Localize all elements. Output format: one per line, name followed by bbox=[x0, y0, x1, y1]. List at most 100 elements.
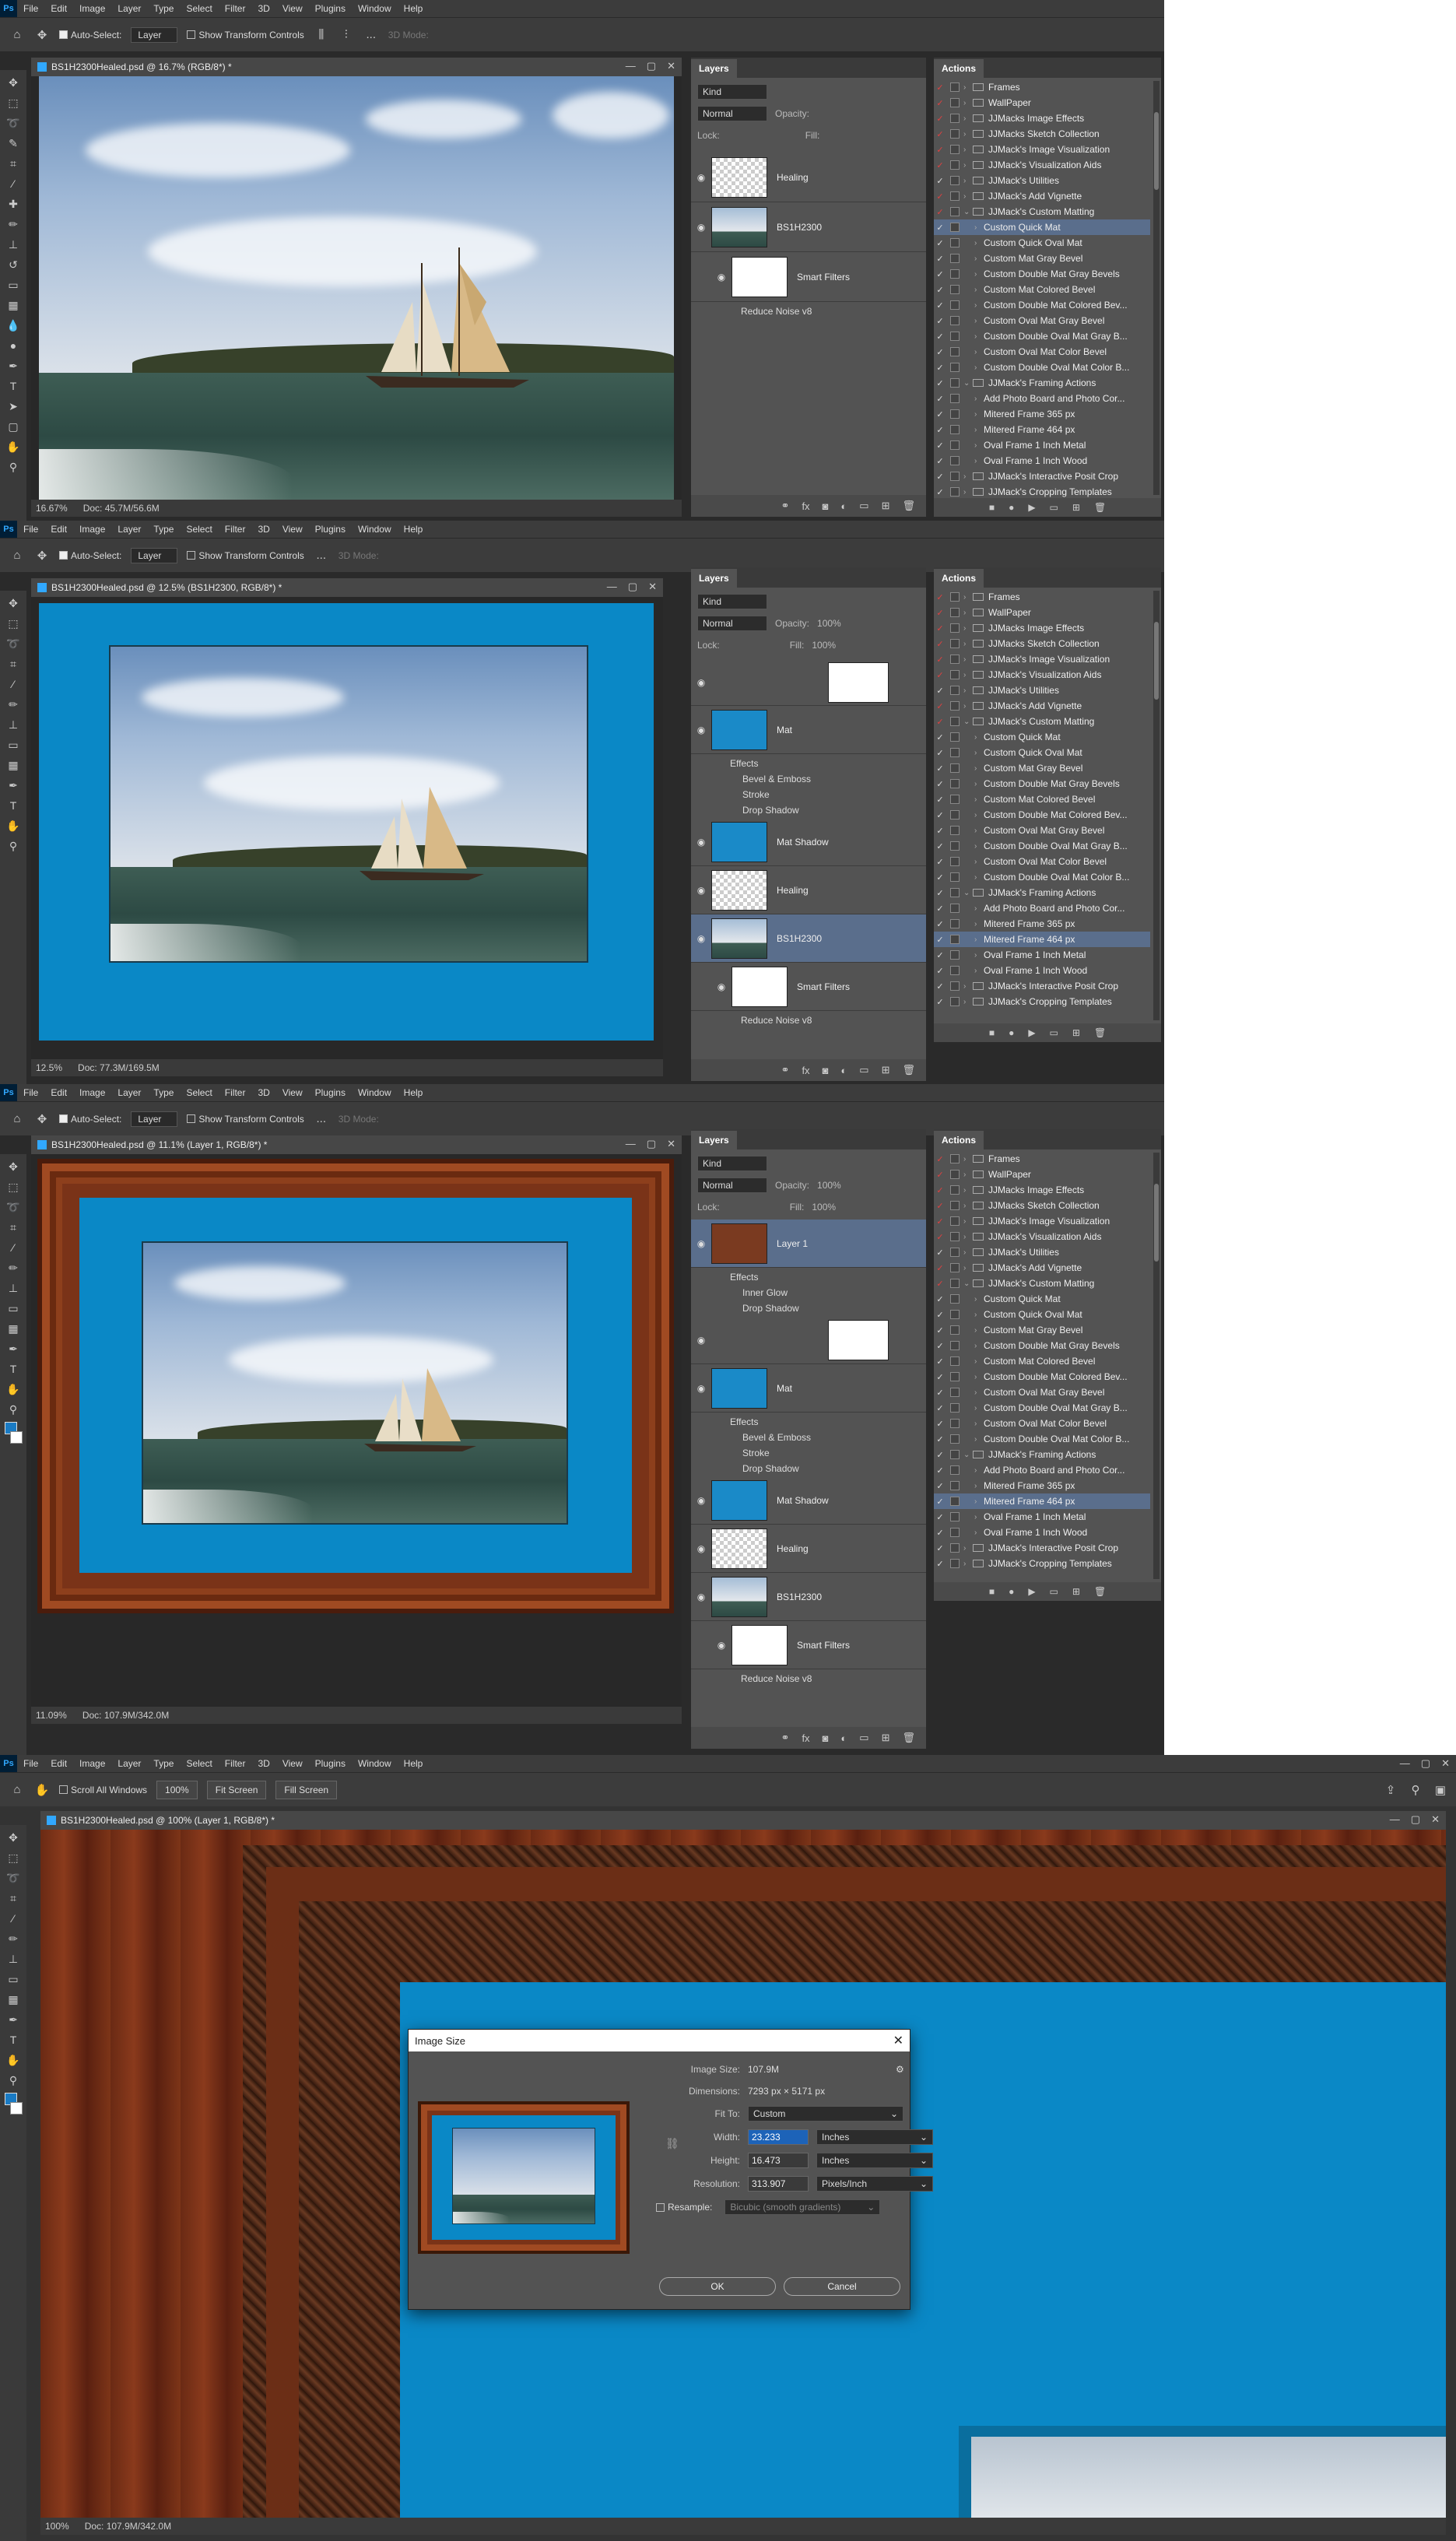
dialog-toggle-icon[interactable] bbox=[950, 129, 960, 139]
action-item[interactable]: ✓ › Custom Quick Mat bbox=[934, 729, 1150, 745]
check-icon[interactable]: ✓ bbox=[934, 670, 946, 680]
dialog-toggle-icon[interactable] bbox=[950, 1434, 960, 1444]
action-set-item[interactable]: ✓ ⌄ JJMack's Custom Matting bbox=[934, 714, 1150, 729]
dialog-toggle-icon[interactable] bbox=[950, 997, 960, 1006]
clone-stamp-icon[interactable]: ⊥ bbox=[5, 1280, 22, 1296]
effect-row[interactable]: Drop Shadow bbox=[691, 802, 926, 818]
filter-row[interactable]: Reduce Noise v8 bbox=[691, 304, 926, 319]
dialog-toggle-icon[interactable] bbox=[950, 919, 960, 928]
layer-row-selected[interactable]: ◉ BS1H2300 bbox=[691, 914, 926, 963]
zoom-100-button[interactable]: 100% bbox=[156, 1780, 198, 1799]
chevron-right-icon[interactable]: › bbox=[974, 764, 984, 773]
canvas[interactable] bbox=[31, 1154, 682, 1707]
document-tab[interactable]: BS1H2300Healed.psd @ 12.5% (BS1H2300, RG… bbox=[31, 578, 663, 597]
dialog-toggle-icon[interactable] bbox=[950, 1450, 960, 1459]
fill-value[interactable]: 100% bbox=[812, 1202, 836, 1213]
maximize-icon[interactable]: ▢ bbox=[628, 581, 637, 593]
dialog-toggle-icon[interactable] bbox=[950, 966, 960, 975]
action-set-item[interactable]: ✓ › JJMack's Visualization Aids bbox=[934, 157, 1150, 173]
mask-icon[interactable]: ◙ bbox=[823, 500, 829, 512]
menu-file[interactable]: File bbox=[17, 3, 44, 14]
menu-select[interactable]: Select bbox=[180, 524, 218, 535]
chevron-right-icon[interactable]: › bbox=[974, 904, 984, 913]
menu-select[interactable]: Select bbox=[180, 3, 218, 14]
chevron-right-icon[interactable]: › bbox=[974, 1404, 984, 1413]
chevron-right-icon[interactable]: › bbox=[963, 1560, 973, 1568]
zoom-level[interactable]: 12.5% bbox=[36, 1062, 62, 1073]
check-icon[interactable]: ✓ bbox=[934, 826, 946, 836]
action-item[interactable]: ✓ › Custom Mat Gray Bevel bbox=[934, 760, 1150, 776]
action-set-item[interactable]: ✓ › WallPaper bbox=[934, 1167, 1150, 1182]
pen-icon[interactable]: ✒ bbox=[5, 777, 22, 793]
action-item[interactable]: ✓ › Oval Frame 1 Inch Wood bbox=[934, 1525, 1150, 1540]
trash-icon[interactable]: 🗑 bbox=[902, 1064, 915, 1076]
effect-row[interactable]: Stroke bbox=[691, 1445, 926, 1461]
chevron-right-icon[interactable]: › bbox=[963, 177, 973, 185]
eye-icon[interactable]: ◉ bbox=[691, 222, 711, 233]
blend-mode[interactable]: Normal bbox=[697, 106, 767, 121]
action-set-item[interactable]: ✓ › JJMack's Cropping Templates bbox=[934, 484, 1150, 500]
effect-row[interactable]: Drop Shadow bbox=[691, 1300, 926, 1316]
layer-row[interactable]: ◉ Mat bbox=[691, 706, 926, 754]
effect-row[interactable]: Bevel & Emboss bbox=[691, 771, 926, 787]
tab-actions[interactable]: Actions bbox=[934, 569, 984, 588]
chevron-right-icon[interactable]: › bbox=[974, 270, 984, 279]
new-set-icon[interactable]: ▭ bbox=[1050, 502, 1058, 513]
dialog-toggle-icon[interactable] bbox=[950, 904, 960, 913]
eraser-icon[interactable]: ▭ bbox=[5, 277, 22, 293]
hand-icon[interactable]: ✋ bbox=[5, 1381, 22, 1397]
eyedropper-icon[interactable]: ⁄ bbox=[5, 1240, 22, 1255]
adjust-icon[interactable]: ◐ bbox=[840, 1732, 847, 1744]
chevron-right-icon[interactable]: › bbox=[974, 1342, 984, 1350]
check-icon[interactable]: ✓ bbox=[934, 997, 946, 1007]
check-icon[interactable]: ✓ bbox=[934, 394, 946, 404]
gradient-icon[interactable]: ▦ bbox=[5, 1992, 22, 2007]
clone-stamp-icon[interactable]: ⊥ bbox=[5, 237, 22, 252]
dialog-toggle-icon[interactable] bbox=[950, 872, 960, 882]
action-item[interactable]: ✓ › Oval Frame 1 Inch Wood bbox=[934, 453, 1150, 469]
fill-screen-button[interactable]: Fill Screen bbox=[275, 1780, 338, 1799]
chevron-right-icon[interactable]: › bbox=[963, 609, 973, 617]
dialog-toggle-icon[interactable] bbox=[950, 1481, 960, 1490]
link-icon[interactable]: ⚭ bbox=[781, 500, 790, 512]
chevron-right-icon[interactable]: › bbox=[963, 640, 973, 648]
action-item[interactable]: ✓ › Custom Mat Gray Bevel bbox=[934, 1322, 1150, 1338]
adjust-icon[interactable]: ◐ bbox=[840, 1065, 847, 1076]
check-icon[interactable]: ✓ bbox=[934, 623, 946, 633]
dialog-toggle-icon[interactable] bbox=[950, 409, 960, 419]
action-set-item[interactable]: ✓ ⌄ JJMack's Custom Matting bbox=[934, 204, 1150, 219]
dialog-toggle-icon[interactable] bbox=[950, 623, 960, 633]
eye-icon[interactable]: ◉ bbox=[691, 1238, 711, 1249]
fx-icon[interactable]: fx bbox=[802, 500, 809, 512]
menu-filter[interactable]: Filter bbox=[219, 1087, 252, 1098]
check-icon[interactable]: ✓ bbox=[934, 129, 946, 139]
menu-edit[interactable]: Edit bbox=[44, 3, 73, 14]
action-item[interactable]: ✓ › Mitered Frame 464 px bbox=[934, 1493, 1150, 1509]
kind-filter[interactable]: Kind bbox=[697, 84, 767, 100]
action-set-item[interactable]: ✓ › JJMack's Interactive Posit Crop bbox=[934, 978, 1150, 994]
chevron-right-icon[interactable]: › bbox=[974, 286, 984, 294]
check-icon[interactable]: ✓ bbox=[934, 82, 946, 93]
check-icon[interactable]: ✓ bbox=[934, 1279, 946, 1289]
eyedropper-icon[interactable]: ⁄ bbox=[5, 176, 22, 191]
check-icon[interactable]: ✓ bbox=[934, 1232, 946, 1242]
dialog-toggle-icon[interactable] bbox=[950, 347, 960, 356]
action-item[interactable]: ✓ › Custom Double Mat Gray Bevels bbox=[934, 266, 1150, 282]
check-icon[interactable]: ✓ bbox=[934, 1263, 946, 1273]
brush-icon[interactable]: ✏ bbox=[5, 216, 22, 232]
chevron-right-icon[interactable]: › bbox=[963, 1233, 973, 1241]
chevron-right-icon[interactable]: › bbox=[963, 130, 973, 139]
action-item[interactable]: ✓ › Custom Quick Oval Mat bbox=[934, 745, 1150, 760]
eyedropper-icon[interactable]: ⁄ bbox=[5, 676, 22, 692]
minimize-icon[interactable]: — bbox=[626, 60, 636, 72]
check-icon[interactable]: ✓ bbox=[934, 872, 946, 883]
dialog-toggle-icon[interactable] bbox=[950, 1310, 960, 1319]
chevron-down-icon[interactable]: ⌄ bbox=[963, 208, 973, 216]
dialog-toggle-icon[interactable] bbox=[950, 779, 960, 788]
new-layer-icon[interactable]: ⊞ bbox=[882, 1732, 890, 1744]
chevron-right-icon[interactable]: › bbox=[974, 1373, 984, 1381]
chevron-right-icon[interactable]: › bbox=[974, 749, 984, 757]
scroll-all-checkbox[interactable]: Scroll All Windows bbox=[59, 1785, 147, 1795]
check-icon[interactable]: ✓ bbox=[934, 857, 946, 867]
check-icon[interactable]: ✓ bbox=[934, 223, 946, 233]
